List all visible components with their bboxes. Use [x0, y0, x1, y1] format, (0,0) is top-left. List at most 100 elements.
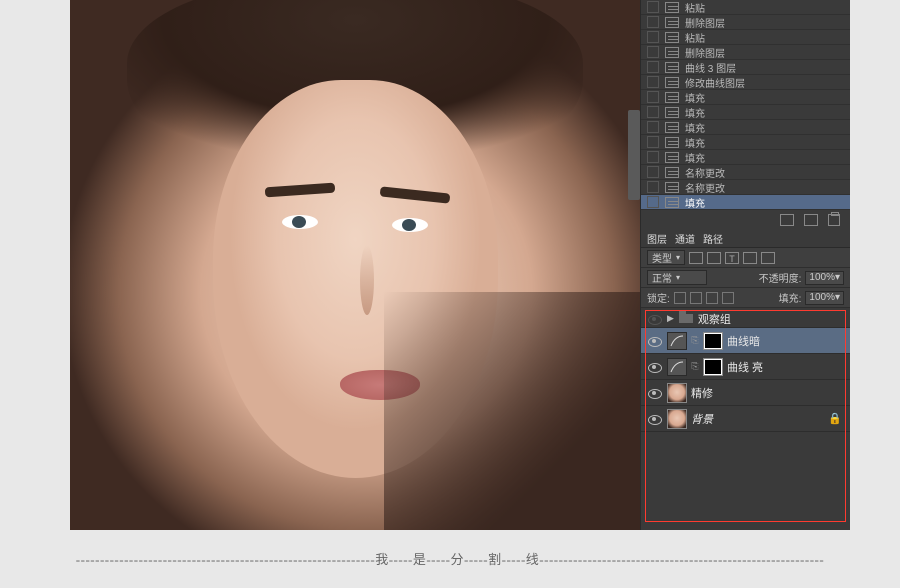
filter-shape-icon[interactable]	[743, 252, 757, 264]
visibility-toggle-icon[interactable]	[645, 360, 663, 374]
history-item[interactable]: 删除图层	[641, 45, 850, 60]
history-state-checkbox[interactable]	[647, 136, 659, 148]
chevron-down-icon: ▾	[835, 292, 840, 303]
layers-panel: 图层 通道 路径 类型 ▾ T 正常 ▾ 不透明度:	[641, 230, 850, 530]
link-icon[interactable]: ⎘	[691, 361, 699, 372]
lock-icon: 🔒	[828, 412, 842, 425]
link-icon[interactable]: ⎘	[691, 335, 699, 346]
expand-arrow-icon[interactable]: ▶	[667, 313, 674, 324]
history-item[interactable]: 填充	[641, 90, 850, 105]
history-step-icon	[665, 167, 679, 178]
lock-all-icon[interactable]	[722, 292, 734, 304]
visibility-toggle-icon[interactable]	[645, 312, 663, 326]
trash-icon[interactable]	[828, 214, 840, 226]
filter-adjust-icon[interactable]	[707, 252, 721, 264]
history-state-checkbox[interactable]	[647, 46, 659, 58]
canvas-area[interactable]	[70, 0, 640, 530]
filter-smart-icon[interactable]	[761, 252, 775, 264]
history-state-checkbox[interactable]	[647, 31, 659, 43]
history-item[interactable]: 填充	[641, 105, 850, 120]
history-item[interactable]: 填充	[641, 120, 850, 135]
layer-label: 曲线暗	[727, 333, 760, 349]
history-item[interactable]: 填充	[641, 150, 850, 165]
history-item[interactable]: 删除图层	[641, 15, 850, 30]
history-list[interactable]: 粘贴删除图层粘贴删除图层曲线 3 图层修改曲线图层填充填充填充填充填充名称更改名…	[641, 0, 850, 210]
lock-position-icon[interactable]	[706, 292, 718, 304]
history-item-label: 填充	[685, 120, 705, 135]
fill-label: 填充:	[779, 290, 802, 305]
history-state-checkbox[interactable]	[647, 166, 659, 178]
lock-pixels-icon[interactable]	[690, 292, 702, 304]
history-state-checkbox[interactable]	[647, 61, 659, 73]
tab-paths[interactable]: 路径	[703, 231, 723, 246]
filter-image-icon[interactable]	[689, 252, 703, 264]
layer-label: 背景	[691, 411, 713, 427]
history-item[interactable]: 粘贴	[641, 0, 850, 15]
history-item-label: 填充	[685, 105, 705, 120]
layer-mask-thumb[interactable]	[703, 358, 723, 376]
filter-text-icon[interactable]: T	[725, 252, 739, 264]
filter-type-label: 类型	[652, 250, 672, 265]
layer-thumb[interactable]	[667, 383, 687, 403]
curves-adjustment-icon	[667, 332, 687, 350]
history-step-icon	[665, 32, 679, 43]
chevron-down-icon: ▾	[676, 253, 680, 262]
filter-type-dropdown[interactable]: 类型 ▾	[647, 250, 685, 265]
layer-group-row[interactable]: ▶ 观察组	[641, 310, 850, 328]
history-state-checkbox[interactable]	[647, 121, 659, 133]
history-step-icon	[665, 107, 679, 118]
lock-fill-row: 锁定: 填充: 100% ▾	[641, 288, 850, 308]
history-state-checkbox[interactable]	[647, 196, 659, 208]
history-item[interactable]: 粘贴	[641, 30, 850, 45]
history-item[interactable]: 名称更改	[641, 165, 850, 180]
history-state-checkbox[interactable]	[647, 76, 659, 88]
history-state-checkbox[interactable]	[647, 106, 659, 118]
history-state-checkbox[interactable]	[647, 91, 659, 103]
layer-row-curves-light[interactable]: ⎘ 曲线 亮	[641, 354, 850, 380]
history-item[interactable]: 曲线 3 图层	[641, 60, 850, 75]
layer-label: 观察组	[698, 311, 731, 327]
create-document-icon[interactable]	[804, 214, 818, 226]
history-item-label: 粘贴	[685, 0, 705, 15]
layer-mask-thumb[interactable]	[703, 332, 723, 350]
history-footer	[641, 210, 850, 230]
history-item-label: 填充	[685, 90, 705, 105]
visibility-toggle-icon[interactable]	[645, 412, 663, 426]
new-snapshot-icon[interactable]	[780, 214, 794, 226]
layer-row-retouch[interactable]: 精修	[641, 380, 850, 406]
history-step-icon	[665, 122, 679, 133]
history-item-label: 填充	[685, 135, 705, 150]
history-step-icon	[665, 197, 679, 208]
fill-value-input[interactable]: 100% ▾	[805, 291, 844, 305]
layer-thumb[interactable]	[667, 409, 687, 429]
history-item[interactable]: 填充	[641, 135, 850, 150]
history-item-label: 删除图层	[685, 45, 725, 60]
history-state-checkbox[interactable]	[647, 181, 659, 193]
history-item[interactable]: 填充	[641, 195, 850, 210]
history-item-label: 填充	[685, 150, 705, 165]
history-state-checkbox[interactable]	[647, 1, 659, 13]
curves-adjustment-icon	[667, 358, 687, 376]
visibility-toggle-icon[interactable]	[645, 386, 663, 400]
layer-row-background[interactable]: 背景 🔒	[641, 406, 850, 432]
canvas-scrollbar[interactable]	[628, 110, 640, 200]
history-item[interactable]: 名称更改	[641, 180, 850, 195]
history-item-label: 粘贴	[685, 30, 705, 45]
history-step-icon	[665, 47, 679, 58]
history-item-label: 修改曲线图层	[685, 75, 745, 90]
history-state-checkbox[interactable]	[647, 16, 659, 28]
history-step-icon	[665, 152, 679, 163]
lock-transparency-icon[interactable]	[674, 292, 686, 304]
history-step-icon	[665, 92, 679, 103]
chevron-down-icon: ▾	[676, 273, 680, 282]
history-item[interactable]: 修改曲线图层	[641, 75, 850, 90]
history-state-checkbox[interactable]	[647, 151, 659, 163]
visibility-toggle-icon[interactable]	[645, 334, 663, 348]
layer-row-curves-dark[interactable]: ⎘ 曲线暗	[641, 328, 850, 354]
history-step-icon	[665, 2, 679, 13]
opacity-value-input[interactable]: 100% ▾	[805, 271, 844, 285]
history-step-icon	[665, 137, 679, 148]
tab-layers[interactable]: 图层	[647, 231, 667, 246]
blend-mode-dropdown[interactable]: 正常 ▾	[647, 270, 707, 285]
tab-channels[interactable]: 通道	[675, 231, 695, 246]
